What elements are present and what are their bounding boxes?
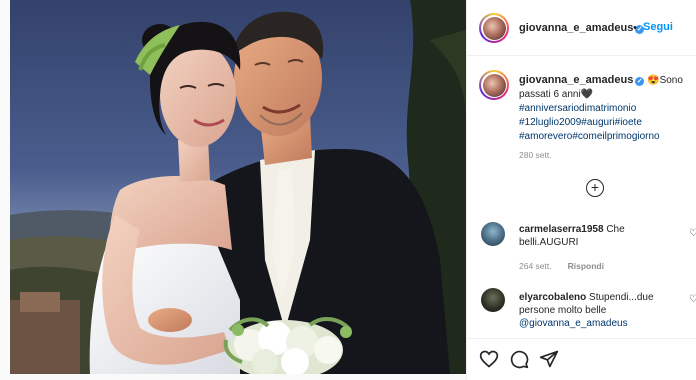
post-photo[interactable] <box>10 0 466 374</box>
post-caption: giovanna_e_amadeus ✓ 😍Sono passati 6 anni… <box>519 73 691 144</box>
instagram-post-window: giovanna_e_amadeus ✓ • Segui giovanna_e_a… <box>0 0 696 380</box>
caption-timestamp[interactable]: 280 sett. <box>519 150 552 160</box>
post-actions-bar <box>467 338 696 380</box>
caption-verified-badge-icon: ✓ <box>635 77 645 86</box>
smiling-face-emoji-icon: 😍 <box>647 75 660 86</box>
comment-icon[interactable] <box>509 349 529 369</box>
header-separator: • <box>633 22 637 34</box>
comment-like-heart-icon[interactable]: ♡ <box>689 229 696 239</box>
comment-timestamp[interactable]: 264 sett. <box>519 261 552 271</box>
author-avatar[interactable] <box>479 13 509 43</box>
author-username-text[interactable]: giovanna_e_amadeus <box>519 22 633 34</box>
hashtag-link[interactable]: #anniversariodimatrimonio <box>519 103 636 114</box>
follow-button[interactable]: Segui <box>643 21 673 33</box>
share-icon[interactable] <box>539 349 559 369</box>
post-header: giovanna_e_amadeus ✓ • Segui <box>467 0 696 56</box>
commenter-avatar[interactable] <box>481 288 505 312</box>
reply-button[interactable]: Rispondi <box>568 261 604 271</box>
hashtag-link[interactable]: #auguri <box>581 117 614 128</box>
commenter-avatar[interactable] <box>481 222 505 246</box>
commenter-username[interactable]: carmelaserra1958 <box>519 224 604 235</box>
heart-icon[interactable] <box>479 349 499 369</box>
commenter-username[interactable]: elyarcobaleno <box>519 292 586 303</box>
post-side-panel: giovanna_e_amadeus ✓ • Segui giovanna_e_a… <box>466 0 696 380</box>
comment-mention-link[interactable]: @giovanna_e_amadeus <box>519 318 628 329</box>
load-more-comments-button[interactable]: + <box>586 179 604 197</box>
hashtag-link[interactable]: #comeilprimogiorno <box>572 131 659 142</box>
caption-username[interactable]: giovanna_e_amadeus ✓ <box>519 74 645 86</box>
black-heart-emoji-icon: 🖤 <box>580 89 594 100</box>
caption-username-text[interactable]: giovanna_e_amadeus <box>519 74 633 86</box>
caption-author-avatar[interactable] <box>479 70 509 100</box>
comment-body: elyarcobaleno Stupendi...due persone mol… <box>519 291 685 330</box>
wedding-photo-illustration <box>10 0 466 374</box>
hashtag-link[interactable]: #12luglio2009 <box>519 117 581 128</box>
comment-meta: 264 sett. Rispondi <box>519 261 604 271</box>
hashtag-link[interactable]: #ioete <box>615 117 642 128</box>
comment-body: carmelaserra1958 Che belli.AUGURI <box>519 223 685 249</box>
author-username[interactable]: giovanna_e_amadeus ✓ <box>519 22 645 34</box>
hashtag-link[interactable]: #amorevero <box>519 131 572 142</box>
comment-like-heart-icon[interactable]: ♡ <box>689 295 696 305</box>
